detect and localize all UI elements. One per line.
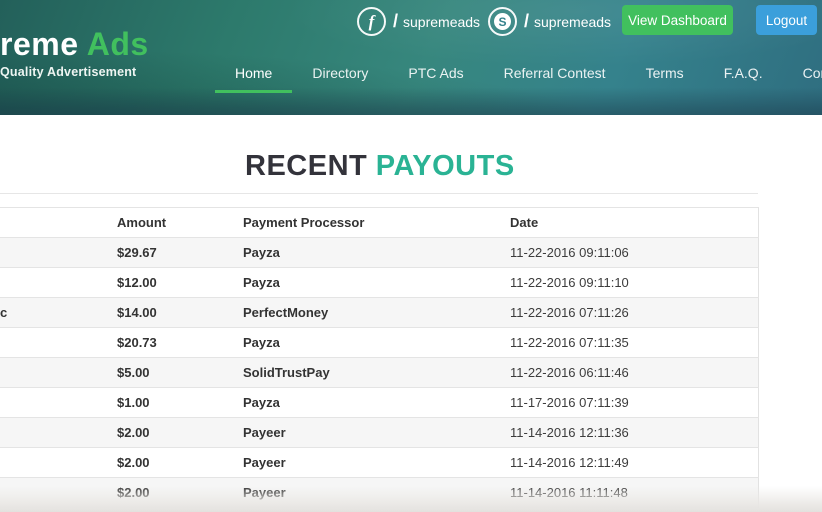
table-row: $2.00 Payeer 11-14-2016 12:11:49 xyxy=(0,448,758,478)
cell-date: 11-22-2016 09:11:06 xyxy=(510,238,758,268)
payouts-table-body: $29.67 Payza 11-22-2016 09:11:06 $12.00 … xyxy=(0,238,758,508)
skype-slash: / xyxy=(524,11,529,32)
facebook-handle: supremeads xyxy=(403,14,480,30)
cell-payment-processor: Payza xyxy=(243,238,510,268)
cell-payment-processor: Payza xyxy=(243,328,510,358)
column-header: Amount xyxy=(117,208,243,238)
nav-item[interactable]: Directory xyxy=(292,59,388,93)
payouts-table-head: AmountPayment ProcessorDate xyxy=(0,208,758,238)
cell-username-fragment xyxy=(0,388,117,418)
page: reme Ads Quality Advertisement f / supre… xyxy=(0,0,822,512)
table-row: $1.00 Payza 11-17-2016 07:11:39 xyxy=(0,388,758,418)
cell-username-fragment xyxy=(0,418,117,448)
cell-date: 11-22-2016 09:11:10 xyxy=(510,268,758,298)
cell-amount: $2.00 xyxy=(117,448,243,478)
cell-username-fragment xyxy=(0,268,117,298)
cell-username-fragment xyxy=(0,478,117,508)
cell-payment-processor: Payza xyxy=(243,388,510,418)
header-row: AmountPayment ProcessorDate xyxy=(0,208,758,238)
table-row: $2.00 Payeer 11-14-2016 11:11:48 xyxy=(0,478,758,508)
table-row: $2.00 Payeer 11-14-2016 12:11:36 xyxy=(0,418,758,448)
table-row: $12.00 Payza 11-22-2016 09:11:10 xyxy=(0,268,758,298)
cell-username-fragment: c xyxy=(0,298,117,328)
nav-item[interactable]: Referral Contest xyxy=(484,59,626,93)
cell-date: 11-22-2016 06:11:46 xyxy=(510,358,758,388)
facebook-link[interactable]: f / supremeads xyxy=(357,7,480,36)
skype-link[interactable]: S / supremeads xyxy=(488,7,611,36)
cell-amount: $1.00 xyxy=(117,388,243,418)
cell-amount: $29.67 xyxy=(117,238,243,268)
cell-username-fragment xyxy=(0,358,117,388)
facebook-icon: f xyxy=(357,7,386,36)
page-title-dark: RECENT xyxy=(245,150,367,182)
table-row: c $14.00 PerfectMoney 11-22-2016 07:11:2… xyxy=(0,298,758,328)
nav-item[interactable]: F.A.Q. xyxy=(704,59,783,93)
column-header: Payment Processor xyxy=(243,208,510,238)
column-header xyxy=(0,208,117,238)
table-row: $29.67 Payza 11-22-2016 09:11:06 xyxy=(0,238,758,268)
column-header: Date xyxy=(510,208,758,238)
logo-tagline: Quality Advertisement xyxy=(0,65,149,79)
skype-handle: supremeads xyxy=(534,14,611,30)
cell-date: 11-22-2016 07:11:26 xyxy=(510,298,758,328)
title-divider xyxy=(0,193,758,194)
cell-amount: $2.00 xyxy=(117,418,243,448)
payouts-table: AmountPayment ProcessorDate $29.67 Payza… xyxy=(0,207,759,508)
nav-item[interactable]: PTC Ads xyxy=(388,59,483,93)
cell-date: 11-14-2016 11:11:48 xyxy=(510,478,758,508)
nav-list: HomeDirectoryPTC AdsReferral ContestTerm… xyxy=(215,59,822,93)
cell-payment-processor: Payza xyxy=(243,268,510,298)
cell-amount: $20.73 xyxy=(117,328,243,358)
logo-text: reme Ads xyxy=(0,28,149,62)
table-row: $20.73 Payza 11-22-2016 07:11:35 xyxy=(0,328,758,358)
logout-button[interactable]: Logout xyxy=(756,5,817,35)
cell-date: 11-22-2016 07:11:35 xyxy=(510,328,758,358)
cell-amount: $12.00 xyxy=(117,268,243,298)
cell-amount: $14.00 xyxy=(117,298,243,328)
site-header: reme Ads Quality Advertisement f / supre… xyxy=(0,0,822,115)
logo-part-white: reme xyxy=(0,26,79,62)
cell-date: 11-17-2016 07:11:39 xyxy=(510,388,758,418)
page-title: RECENT PAYOUTS xyxy=(245,150,515,183)
cell-username-fragment xyxy=(0,328,117,358)
skype-icon: S xyxy=(488,7,517,36)
cell-amount: $2.00 xyxy=(117,478,243,508)
view-dashboard-button[interactable]: View Dashboard xyxy=(622,5,733,35)
cell-payment-processor: PerfectMoney xyxy=(243,298,510,328)
cell-date: 11-14-2016 12:11:36 xyxy=(510,418,758,448)
nav-item[interactable]: Home xyxy=(215,59,292,93)
site-logo[interactable]: reme Ads Quality Advertisement xyxy=(0,28,149,79)
table-row: $5.00 SolidTrustPay 11-22-2016 06:11:46 xyxy=(0,358,758,388)
cell-username-fragment xyxy=(0,448,117,478)
cell-payment-processor: Payeer xyxy=(243,478,510,508)
cell-date: 11-14-2016 12:11:49 xyxy=(510,448,758,478)
cell-amount: $5.00 xyxy=(117,358,243,388)
nav-item[interactable]: Contact xyxy=(783,59,822,93)
page-title-accent: PAYOUTS xyxy=(376,150,515,182)
nav-item[interactable]: Terms xyxy=(626,59,704,93)
cell-username-fragment xyxy=(0,238,117,268)
cell-payment-processor: Payeer xyxy=(243,448,510,478)
main-nav: HomeDirectoryPTC AdsReferral ContestTerm… xyxy=(215,59,822,93)
logo-part-green: Ads xyxy=(87,26,149,62)
cell-payment-processor: Payeer xyxy=(243,418,510,448)
facebook-slash: / xyxy=(393,11,398,32)
cell-payment-processor: SolidTrustPay xyxy=(243,358,510,388)
